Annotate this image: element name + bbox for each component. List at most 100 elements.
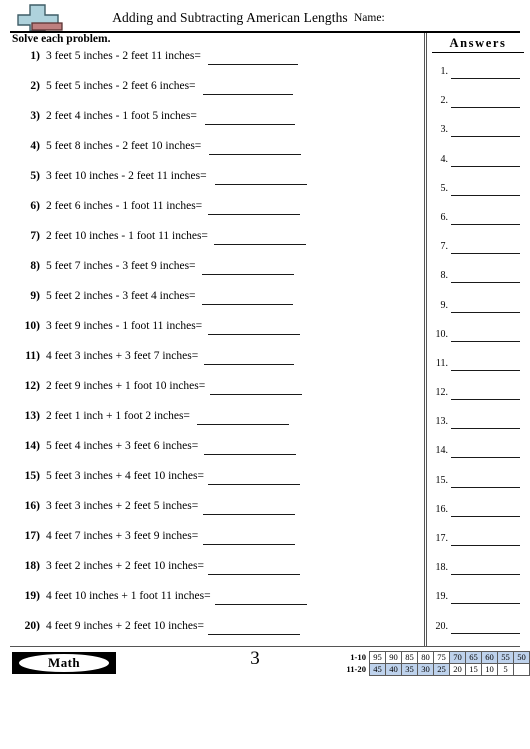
answer-blank[interactable] [208,214,300,215]
answer-line[interactable] [451,369,520,371]
answers-heading: Answers [432,36,524,53]
answer-blank[interactable] [208,574,300,575]
problem-text: 4 feet 9 inches + 2 feet 10 inches= [46,620,204,632]
problem-text: 3 feet 5 inches - 2 feet 11 inches= [46,50,201,62]
score-cell[interactable]: 20 [449,663,466,676]
answer-blank[interactable] [202,304,293,305]
answer-row: 18. [432,557,524,586]
answer-blank[interactable] [203,544,295,545]
score-cell[interactable]: 45 [369,663,386,676]
score-cell[interactable]: 35 [401,663,418,676]
answer-row: 16. [432,499,524,528]
answer-row: 9. [432,295,524,324]
score-cell[interactable]: 90 [385,651,402,664]
answer-blank[interactable] [215,604,307,605]
answer-blank[interactable] [202,274,294,275]
page-number: 3 [250,648,260,669]
problem-row: 10) 3 feet 9 inches - 1 foot 11 inches= [12,318,412,348]
score-cell[interactable]: 70 [449,651,466,664]
answer-blank[interactable] [204,364,294,365]
problem-text: 2 feet 1 inch + 1 foot 2 inches= [46,410,190,422]
answer-blank[interactable] [208,484,300,485]
answer-line[interactable] [451,545,520,546]
problem-row: 3) 2 feet 4 inches - 1 foot 5 inches= [12,108,412,138]
answer-number: 10. [435,328,449,340]
answer-blank[interactable] [208,64,298,65]
answer-line[interactable] [451,253,520,255]
name-field-label: Name: [354,12,385,24]
answer-row: 17. [432,528,524,557]
answer-line[interactable] [451,428,520,430]
problem-row: 7) 2 feet 10 inches - 1 foot 11 inches= [12,228,412,258]
problem-text: 5 feet 4 inches + 3 feet 6 inches= [46,440,199,452]
answer-number: 17. [435,533,449,544]
answer-number: 4. [440,153,449,165]
problem-number: 19) [24,590,40,602]
answer-number: 11. [435,357,448,369]
score-cell[interactable]: 40 [385,663,402,676]
answer-row: 12. [432,382,524,411]
score-cell[interactable]: 5 [497,663,514,676]
plus-minus-icon [16,4,68,32]
answer-line[interactable] [451,194,520,196]
score-cell[interactable]: 80 [417,651,434,664]
score-cell[interactable]: 75 [433,651,450,664]
answer-blank[interactable] [203,514,295,515]
problem-text: 5 feet 2 inches - 3 feet 4 inches= [46,290,196,302]
score-cell[interactable]: 55 [497,651,514,664]
worksheet-header: Adding and Subtracting American Lengths … [10,4,520,32]
problem-row: 18) 3 feet 2 inches + 2 feet 10 inches= [12,558,412,588]
problem-number: 13) [24,410,40,422]
answer-line[interactable] [451,223,520,225]
answer-blank[interactable] [214,244,306,245]
answer-blank[interactable] [197,424,289,425]
answer-row: 1. [432,61,524,90]
problem-row: 19) 4 feet 10 inches + 1 foot 11 inches= [12,588,412,618]
answer-row: 3. [432,119,524,148]
answer-line[interactable] [451,457,520,459]
answer-row: 7. [432,236,524,265]
answer-blank[interactable] [203,94,293,95]
score-cell[interactable]: 10 [481,663,498,676]
score-cell[interactable]: 50 [513,651,530,664]
problem-text: 3 feet 2 inches + 2 feet 10 inches= [46,560,204,572]
problem-text: 3 feet 9 inches - 1 foot 11 inches= [46,320,203,332]
score-table-row: 1-10 95 90 85 80 75 70 65 60 55 50 [338,651,530,664]
answer-line[interactable] [451,340,520,342]
problem-row: 4) 5 feet 8 inches - 2 feet 10 inches= [12,138,412,168]
answer-line[interactable] [451,311,520,313]
answer-line[interactable] [451,165,520,167]
score-cell[interactable]: 85 [401,651,418,664]
answer-line[interactable] [451,632,520,634]
score-row-label: 11-20 [346,664,366,674]
answer-blank[interactable] [209,154,301,155]
answer-blank[interactable] [205,124,295,125]
answer-blank[interactable] [210,394,302,395]
answer-blank[interactable] [215,184,307,185]
answer-line[interactable] [451,399,520,401]
answer-row: 13. [432,411,524,440]
answer-number: 8. [440,270,449,282]
answer-line[interactable] [451,78,520,79]
answer-blank[interactable] [208,334,300,335]
score-cell[interactable]: 95 [369,651,386,664]
answer-line[interactable] [451,574,520,576]
problem-text: 4 feet 7 inches + 3 feet 9 inches= [46,530,199,542]
answer-line[interactable] [451,515,520,517]
answer-line[interactable] [451,486,520,488]
score-cell[interactable]: 60 [481,651,498,664]
answer-blank[interactable] [204,454,296,455]
instruction-text: Solve each problem. [12,33,111,45]
answer-line[interactable] [451,107,520,109]
answer-line[interactable] [451,282,520,284]
score-cell[interactable]: 65 [465,651,482,664]
subject-badge-label: Math [19,654,109,672]
score-cell[interactable]: 30 [417,663,434,676]
score-cell[interactable]: 15 [465,663,482,676]
score-cell[interactable]: 25 [433,663,450,676]
problem-row: 16) 3 feet 3 inches + 2 feet 5 inches= [12,498,412,528]
answer-line[interactable] [451,136,520,138]
score-cell[interactable] [513,663,530,676]
answer-line[interactable] [451,603,520,605]
answer-blank[interactable] [208,634,300,635]
